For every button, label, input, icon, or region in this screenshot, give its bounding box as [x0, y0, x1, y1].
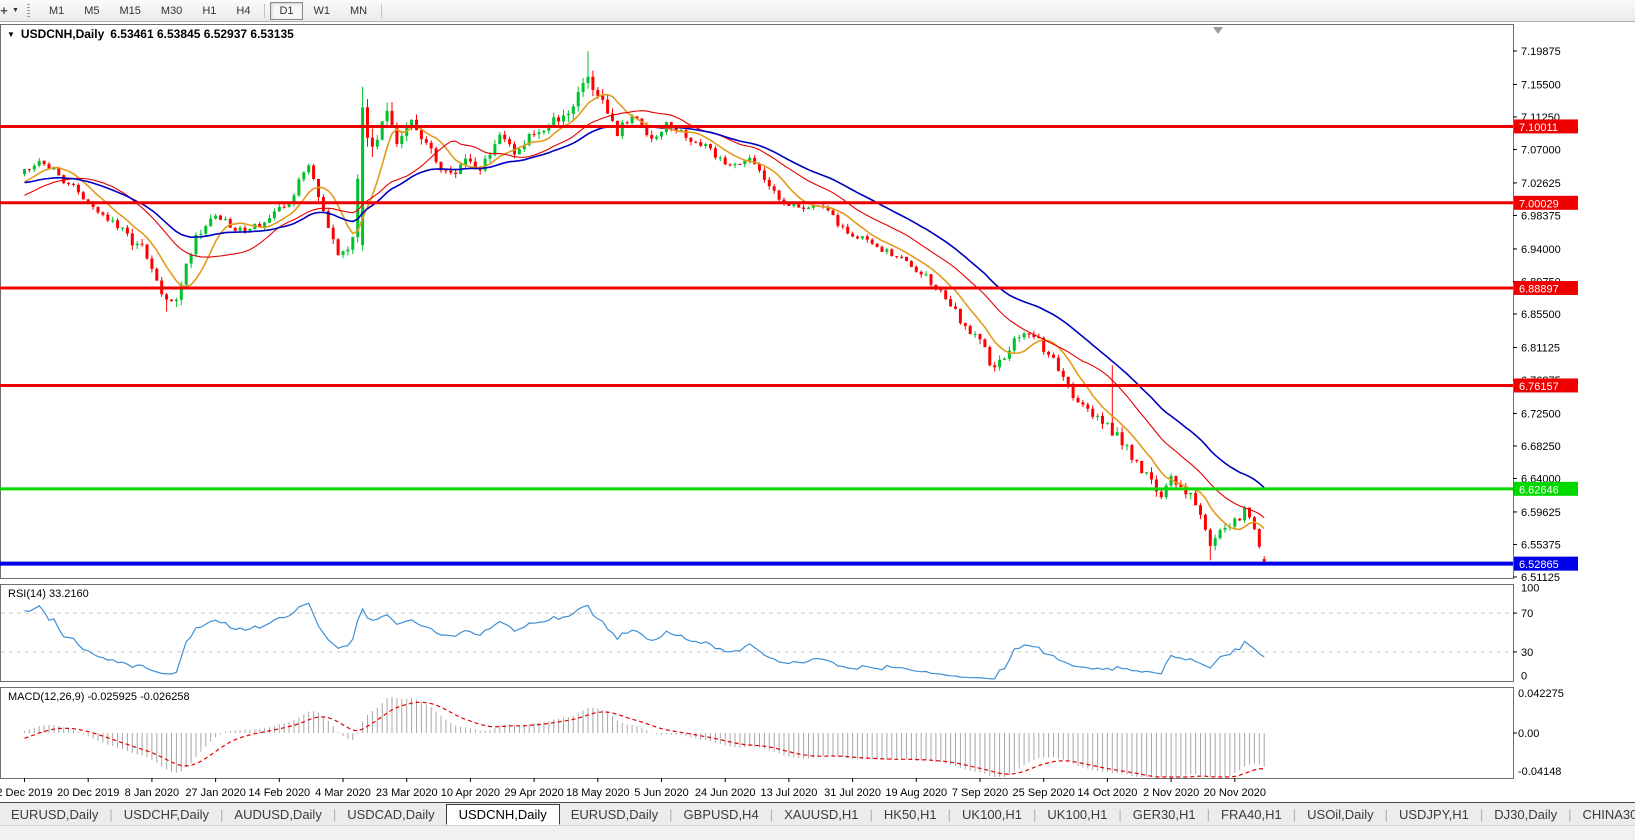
chart-title: ▼ USDCNH,Daily 6.53461 6.53845 6.52937 6…: [7, 27, 294, 41]
tab-xauusd-h1[interactable]: XAUUSD,H1: [773, 805, 869, 824]
svg-text:5 Jun 2020: 5 Jun 2020: [634, 787, 688, 799]
tab-audusd-daily[interactable]: AUDUSD,Daily: [223, 805, 332, 824]
tab-eurusd-daily[interactable]: EURUSD,Daily: [560, 805, 669, 824]
mt4-window: + ▼ M1M5M15M30H1H4D1W1MN 7.198757.155007…: [0, 0, 1635, 840]
svg-text:14 Oct 2020: 14 Oct 2020: [1077, 787, 1137, 799]
svg-text:0: 0: [1521, 671, 1527, 683]
chart-tab-bar: EURUSD,Daily|USDCHF,Daily|AUDUSD,Daily|U…: [0, 802, 1635, 825]
svg-text:2 Nov 2020: 2 Nov 2020: [1143, 787, 1199, 799]
svg-text:20 Nov 2020: 20 Nov 2020: [1204, 787, 1266, 799]
svg-text:6.76157: 6.76157: [1519, 381, 1559, 393]
svg-text:7.07000: 7.07000: [1521, 144, 1561, 156]
svg-text:24 Jun 2020: 24 Jun 2020: [695, 787, 756, 799]
svg-text:4 Mar 2020: 4 Mar 2020: [315, 787, 371, 799]
svg-text:25 Sep 2020: 25 Sep 2020: [1013, 787, 1075, 799]
svg-text:0.042275: 0.042275: [1518, 688, 1564, 700]
svg-text:27 Jan 2020: 27 Jan 2020: [185, 787, 246, 799]
svg-text:19 Aug 2020: 19 Aug 2020: [885, 787, 947, 799]
candles[interactable]: [23, 51, 1266, 563]
svg-text:29 Apr 2020: 29 Apr 2020: [504, 787, 563, 799]
svg-text:-0.04148: -0.04148: [1518, 766, 1561, 778]
chart-title-ohlc: 6.53461 6.53845 6.52937 6.53135: [110, 27, 294, 41]
svg-text:7.19875: 7.19875: [1521, 46, 1561, 58]
tab-hk50-h1[interactable]: HK50,H1: [873, 805, 948, 824]
svg-text:6.62646: 6.62646: [1519, 484, 1559, 496]
svg-text:10 Apr 2020: 10 Apr 2020: [441, 787, 500, 799]
rsi-panel: 100 70 30 0: [1, 583, 1539, 683]
svg-text:6.72500: 6.72500: [1521, 408, 1561, 420]
chart-shift-marker-icon[interactable]: [1213, 27, 1223, 34]
svg-text:31 Jul 2020: 31 Jul 2020: [824, 787, 881, 799]
date-axis: 2 Dec 2019 20 Dec 2019 8 Jan 2020 27 Jan 20…: [0, 778, 1266, 799]
tab-china300-h1[interactable]: CHINA300,H1: [1571, 805, 1635, 824]
slow-ma-line: [25, 126, 1265, 488]
svg-text:30: 30: [1521, 647, 1533, 659]
svg-text:6.88897: 6.88897: [1519, 283, 1559, 295]
svg-text:0.00: 0.00: [1518, 728, 1539, 740]
svg-text:20 Dec 2019: 20 Dec 2019: [57, 787, 119, 799]
tab-usdjpy-h1[interactable]: USDJPY,H1: [1388, 805, 1480, 824]
svg-text:14 Feb 2020: 14 Feb 2020: [248, 787, 310, 799]
price-axis: 7.198757.155007.112507.070007.026256.983…: [1513, 46, 1578, 584]
tab-uk100-h1[interactable]: UK100,H1: [951, 805, 1033, 824]
medium-ma-line: [25, 111, 1265, 518]
svg-text:6.68250: 6.68250: [1521, 441, 1561, 453]
svg-text:7 Sep 2020: 7 Sep 2020: [952, 787, 1008, 799]
svg-text:6.59625: 6.59625: [1521, 507, 1561, 519]
svg-text:18 May 2020: 18 May 2020: [566, 787, 630, 799]
panel-frames: [1, 25, 1514, 779]
svg-text:7.15500: 7.15500: [1521, 79, 1561, 91]
svg-text:7.00029: 7.00029: [1519, 198, 1559, 210]
tab-dj30-daily[interactable]: DJ30,Daily: [1483, 805, 1568, 824]
svg-text:70: 70: [1521, 608, 1533, 620]
tab-uk100-h1[interactable]: UK100,H1: [1036, 805, 1118, 824]
chart-canvas[interactable]: 7.198757.155007.112507.070007.026256.983…: [0, 0, 1635, 840]
svg-text:23 Mar 2020: 23 Mar 2020: [376, 787, 438, 799]
macd-panel: 0.042275 0.00 -0.04148: [25, 688, 1564, 778]
svg-text:7.10011: 7.10011: [1519, 122, 1558, 134]
svg-text:6.55375: 6.55375: [1521, 539, 1561, 551]
tab-eurusd-daily[interactable]: EURUSD,Daily: [0, 805, 109, 824]
svg-text:6.94000: 6.94000: [1521, 244, 1561, 256]
svg-text:6.98375: 6.98375: [1521, 210, 1561, 222]
rsi-label: RSI(14) 33.2160: [8, 588, 89, 600]
svg-text:6.85500: 6.85500: [1521, 309, 1561, 321]
level-lines[interactable]: [0, 126, 1513, 563]
svg-text:6.81125: 6.81125: [1521, 342, 1560, 354]
fast-ma-line: [25, 95, 1265, 530]
rsi-line: [25, 603, 1265, 679]
svg-text:8 Jan 2020: 8 Jan 2020: [125, 787, 179, 799]
tab-usdchf-daily[interactable]: USDCHF,Daily: [113, 805, 220, 824]
status-strip: [0, 825, 1635, 840]
svg-text:13 Jul 2020: 13 Jul 2020: [760, 787, 817, 799]
tab-gbpusd-h4[interactable]: GBPUSD,H4: [673, 805, 770, 824]
symbol-collapse-icon[interactable]: ▼: [7, 30, 15, 39]
tab-usoil-daily[interactable]: USOil,Daily: [1296, 805, 1384, 824]
svg-text:7.02625: 7.02625: [1521, 178, 1561, 190]
svg-text:100: 100: [1521, 583, 1539, 595]
tab-usdcnh-daily[interactable]: USDCNH,Daily: [446, 804, 560, 825]
chart-title-symbol: USDCNH,Daily: [21, 27, 104, 41]
svg-text:2 Dec 2019: 2 Dec 2019: [0, 787, 53, 799]
macd-label: MACD(12,26,9) -0.025925 -0.026258: [8, 691, 190, 703]
tab-usdcad-daily[interactable]: USDCAD,Daily: [336, 805, 445, 824]
tab-ger30-h1[interactable]: GER30,H1: [1122, 805, 1207, 824]
svg-text:6.52865: 6.52865: [1519, 559, 1559, 571]
tab-fra40-h1[interactable]: FRA40,H1: [1210, 805, 1293, 824]
